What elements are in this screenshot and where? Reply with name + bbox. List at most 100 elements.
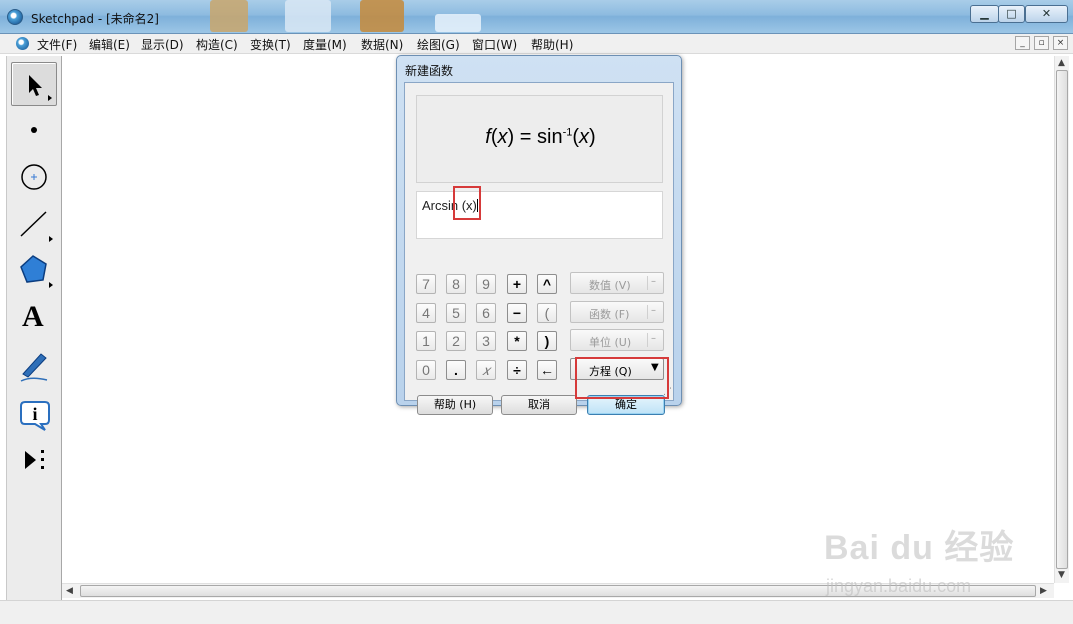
key-power[interactable]: ^ (537, 274, 557, 294)
menu-file[interactable]: 文件(F) (37, 36, 77, 53)
dropdown-separator (647, 333, 648, 347)
point-icon (31, 127, 37, 133)
information-tool[interactable]: i (11, 392, 57, 436)
menu-window[interactable]: 窗口(W) (472, 36, 517, 53)
marker-tool[interactable] (11, 344, 57, 388)
cancel-button[interactable]: 取消 (501, 395, 577, 415)
dropdown-separator (647, 305, 648, 319)
scroll-right-icon[interactable]: ▶ (1040, 586, 1047, 596)
key-4[interactable]: 4 (416, 303, 436, 323)
toolbox: A i (6, 56, 62, 600)
unit-dropdown[interactable]: 单位 (U) – (570, 329, 664, 351)
key-2[interactable]: 2 (446, 331, 466, 351)
key-9[interactable]: 9 (476, 274, 496, 294)
function-name: f (485, 126, 491, 148)
taskbar-thumbnail (360, 0, 404, 32)
submenu-triangle-icon (49, 236, 53, 242)
menu-display[interactable]: 显示(D) (141, 36, 184, 53)
key-close-paren[interactable]: ) (537, 331, 557, 351)
function-variable: x (497, 126, 508, 148)
key-divide[interactable]: ÷ (507, 360, 527, 380)
dropdown-separator (647, 276, 648, 290)
marker-pen-icon (20, 353, 48, 382)
formula-display: f(x) = sin-1(x) (485, 126, 596, 148)
menu-transform[interactable]: 变换(T) (250, 36, 291, 53)
menu-measure[interactable]: 度量(M) (303, 36, 347, 53)
key-6[interactable]: 6 (476, 303, 496, 323)
value-dropdown[interactable]: 数值 (V) – (570, 272, 664, 294)
svg-text:i: i (32, 404, 37, 424)
key-1[interactable]: 1 (416, 331, 436, 351)
key-backspace[interactable]: ← (537, 360, 557, 380)
point-tool[interactable] (11, 108, 57, 152)
info-icon: i (20, 401, 50, 431)
taskbar-thumbnail (435, 14, 481, 32)
doc-minimize-button[interactable]: _ (1015, 36, 1030, 50)
doc-close-button[interactable]: × (1053, 36, 1068, 50)
menu-data[interactable]: 数据(N) (361, 36, 403, 53)
title-bar: Sketchpad - [未命名2] ▁ □ ✕ (0, 0, 1073, 34)
menu-edit[interactable]: 编辑(E) (89, 36, 130, 53)
function-dropdown[interactable]: 函数 (F) – (570, 301, 664, 323)
taskbar-thumbnail (210, 0, 248, 32)
formula-exponent: -1 (562, 126, 573, 139)
scroll-up-icon[interactable]: ▲ (1058, 58, 1065, 68)
key-variable-x[interactable]: 𝑥 (476, 360, 496, 380)
key-7[interactable]: 7 (416, 274, 436, 294)
status-bar (0, 600, 1073, 624)
straightedge-tool[interactable] (11, 202, 57, 246)
play-custom-tools-icon (25, 450, 44, 469)
highlight-box-ok (575, 357, 669, 399)
key-0[interactable]: 0 (416, 360, 436, 380)
scroll-left-icon[interactable]: ◀ (66, 586, 73, 596)
text-tool[interactable]: A (11, 296, 57, 340)
unit-dropdown-label: 单位 (U) (589, 336, 632, 349)
baidu-watermark-logo: Bai du 经验 (824, 529, 1015, 567)
document-icon[interactable] (16, 37, 29, 50)
dash-icon: – (651, 305, 656, 316)
scroll-down-icon[interactable]: ▼ (1058, 570, 1065, 580)
vertical-scroll-thumb[interactable] (1056, 70, 1068, 569)
dialog-title: 新建函数 (405, 64, 454, 78)
value-dropdown-label: 数值 (V) (589, 279, 631, 292)
submenu-triangle-icon (49, 282, 53, 288)
maximize-button[interactable]: □ (998, 5, 1025, 23)
help-button[interactable]: 帮助 (H) (417, 395, 493, 415)
function-preview: f(x) = sin-1(x) (416, 95, 663, 183)
vertical-scrollbar[interactable]: ▲ ▼ (1054, 56, 1069, 583)
highlight-box-variable (453, 186, 481, 220)
close-button[interactable]: ✕ (1025, 5, 1068, 23)
minimize-button[interactable]: ▁ (970, 5, 999, 23)
compass-tool[interactable] (11, 154, 57, 198)
key-plus[interactable]: + (507, 274, 527, 294)
menu-construct[interactable]: 构造(C) (196, 36, 238, 53)
formula-body: = sin (514, 126, 563, 148)
dash-icon: – (651, 276, 656, 287)
dash-icon: – (651, 333, 656, 344)
key-3[interactable]: 3 (476, 331, 496, 351)
baidu-watermark-url: jingyan.baidu.com (826, 576, 972, 596)
function-dropdown-label: 函数 (F) (589, 308, 630, 321)
key-minus[interactable]: − (507, 303, 527, 323)
custom-tools[interactable] (11, 438, 57, 482)
submenu-triangle-icon (48, 95, 52, 101)
formula-argument: x (579, 126, 590, 148)
circle-compass-icon (21, 164, 47, 190)
key-decimal[interactable]: . (446, 360, 466, 380)
polygon-tool[interactable] (11, 248, 57, 292)
taskbar-thumbnail (285, 0, 331, 32)
menu-help[interactable]: 帮助(H) (531, 36, 573, 53)
menu-graph[interactable]: 绘图(G) (417, 36, 460, 53)
text-a-icon: A (22, 300, 44, 333)
key-5[interactable]: 5 (446, 303, 466, 323)
doc-restore-button[interactable]: ▫ (1034, 36, 1049, 50)
window-title: Sketchpad - [未命名2] (31, 12, 159, 26)
key-multiply[interactable]: * (507, 331, 527, 351)
sketchpad-app-icon (7, 9, 23, 25)
key-8[interactable]: 8 (446, 274, 466, 294)
selection-arrow-tool[interactable] (11, 62, 57, 106)
new-function-dialog: 新建函数 f(x) = sin-1(x) Arcsin (x) 7 8 9 + … (396, 55, 682, 415)
menu-bar: 文件(F) 编辑(E) 显示(D) 构造(C) 变换(T) 度量(M) 数据(N… (0, 34, 1073, 54)
key-open-paren[interactable]: ( (537, 303, 557, 323)
dialog-body: f(x) = sin-1(x) Arcsin (x) 7 8 9 + ^ 4 5… (404, 82, 674, 415)
